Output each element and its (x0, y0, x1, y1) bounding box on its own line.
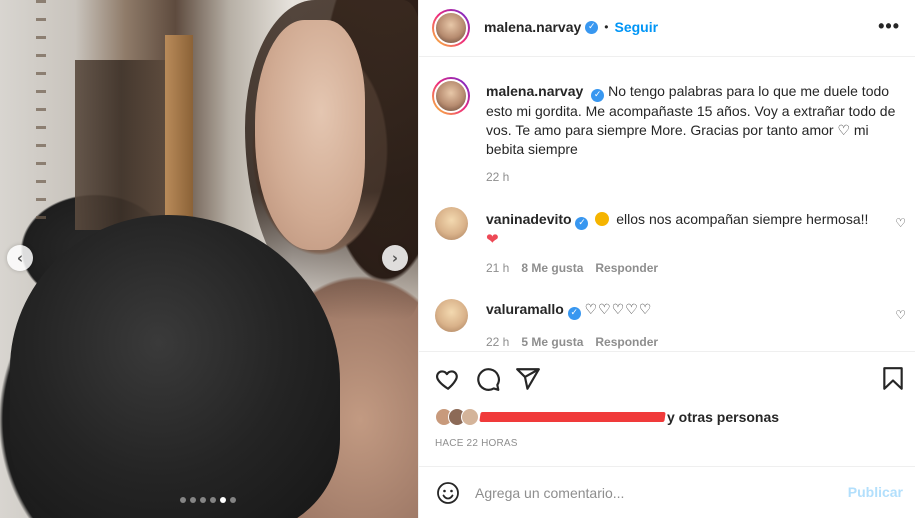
verified-badge-icon: ✓ (585, 20, 599, 34)
comments-section: malena.narvay ✓ No tengo palabras para l… (419, 58, 915, 350)
post-timestamp[interactable]: HACE 22 HORAS (435, 438, 518, 449)
small-heart-icon[interactable]: ♡ (895, 308, 906, 322)
comment-body: vaninadevito ✓ ellos nos acompañan siemp… (486, 210, 886, 249)
like-button[interactable] (435, 366, 461, 392)
comment-likes[interactable]: 5 Me gusta (521, 335, 583, 349)
action-bar (419, 351, 915, 401)
smiley-icon (437, 482, 459, 504)
carousel-dot (200, 497, 206, 503)
comment-text: ellos nos acompañan siempre hermosa!! (616, 211, 869, 227)
carousel-dot (210, 497, 216, 503)
comment-input[interactable] (475, 481, 835, 505)
reply-button[interactable]: Responder (595, 261, 658, 275)
comment-time[interactable]: 22 h (486, 335, 509, 349)
more-options-icon[interactable]: ••• (878, 16, 900, 37)
caption-time[interactable]: 22 h (486, 170, 509, 184)
post-comment-button[interactable]: Publicar (848, 484, 903, 500)
post-panel: malena.narvay ✓ • Seguir ••• malena.narv… (418, 0, 915, 518)
carousel-next-button[interactable]: › (382, 245, 408, 271)
post-caption: malena.narvay ✓ No tengo palabras para l… (486, 82, 901, 159)
redaction-mark (479, 412, 666, 422)
small-heart-icon[interactable]: ♡ (895, 216, 906, 230)
comment-body: valuramallo ✓ ♡♡♡♡♡ (486, 300, 886, 320)
commenter-avatar[interactable] (435, 207, 468, 240)
save-button[interactable] (880, 366, 906, 392)
commenter-avatar[interactable] (435, 299, 468, 332)
avatar (461, 408, 479, 426)
comment-time[interactable]: 21 h (486, 261, 509, 275)
caption-username[interactable]: malena.narvay (486, 83, 583, 99)
red-heart-emoji-icon: ❤ (486, 230, 499, 248)
comment-likes[interactable]: 8 Me gusta (521, 261, 583, 275)
comment-meta: 21 h 8 Me gusta Responder (486, 261, 658, 275)
carousel-dot (180, 497, 186, 503)
chevron-right-icon: › (391, 249, 399, 267)
carousel-dot (190, 497, 196, 503)
add-comment-bar: Publicar (419, 466, 915, 518)
follow-button[interactable]: Seguir (615, 19, 659, 35)
share-button[interactable] (515, 366, 541, 392)
commenter-username[interactable]: vaninadevito (486, 211, 572, 227)
photo-background-door-frame (165, 35, 193, 235)
header-separator: • (604, 20, 609, 34)
commenter-username[interactable]: valuramallo (486, 301, 564, 317)
chevron-left-icon: ‹ (16, 249, 24, 267)
comment-button[interactable] (475, 366, 501, 392)
photo-face (255, 20, 365, 250)
paper-plane-icon (516, 368, 540, 390)
verified-badge-icon: ✓ (591, 89, 605, 102)
comment-meta: 22 h 5 Me gusta Responder (486, 335, 658, 349)
emoji-button[interactable] (436, 481, 460, 505)
likes-summary[interactable]: y otras personas (435, 408, 779, 426)
carousel-dots (180, 497, 236, 503)
sad-face-emoji-icon (595, 212, 610, 226)
carousel-prev-button[interactable]: ‹ (7, 245, 33, 271)
reply-button[interactable]: Responder (595, 335, 658, 349)
post-header: malena.narvay ✓ • Seguir ••• (419, 0, 915, 57)
bookmark-icon (883, 367, 903, 390)
author-username[interactable]: malena.narvay (484, 19, 581, 35)
author-avatar[interactable] (432, 9, 470, 47)
post-photo[interactable]: ‹ › (0, 0, 418, 518)
comment-text: ♡♡♡♡♡ (584, 301, 653, 317)
caption-author-avatar[interactable] (432, 77, 470, 115)
heart-outline-icon (436, 370, 458, 390)
carousel-dot (220, 497, 226, 503)
comment-bubble-icon (477, 368, 500, 391)
likes-text[interactable]: y otras personas (667, 409, 779, 425)
carousel-dot (230, 497, 236, 503)
liker-avatars (435, 408, 479, 426)
verified-badge-icon: ✓ (567, 307, 581, 320)
verified-badge-icon: ✓ (575, 217, 589, 230)
photo-background-beads (36, 0, 46, 230)
